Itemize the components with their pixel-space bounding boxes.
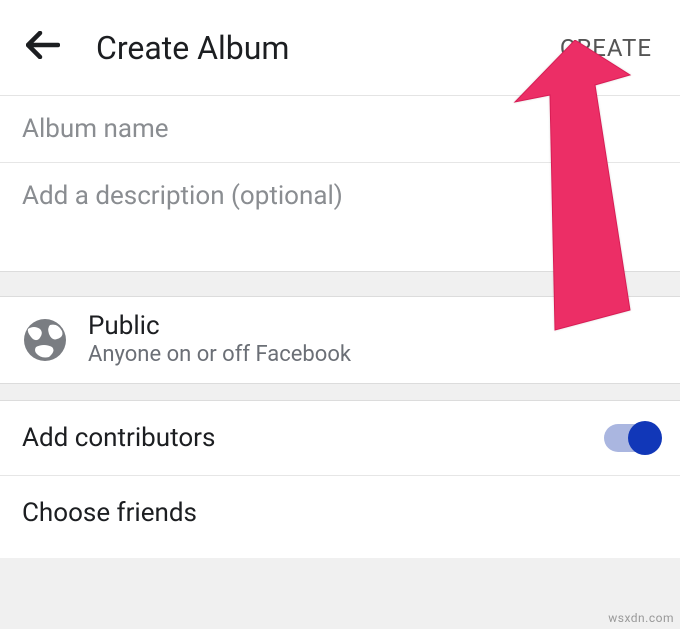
privacy-selector[interactable]: Public Anyone on or off Facebook [0,297,680,383]
privacy-text: Public Anyone on or off Facebook [88,311,351,369]
section-divider [0,383,680,401]
arrow-left-icon [26,31,60,59]
section-divider [0,271,680,297]
create-button[interactable]: CREATE [554,26,658,70]
privacy-section: Public Anyone on or off Facebook [0,297,680,383]
choose-friends-button[interactable]: Choose friends [0,476,680,558]
add-contributors-row: Add contributors [0,401,680,476]
globe-icon [22,317,68,363]
privacy-subtitle: Anyone on or off Facebook [88,342,351,368]
app-header: Create Album CREATE [0,0,680,96]
contributors-section: Add contributors Choose friends [0,401,680,558]
add-contributors-toggle[interactable] [604,424,658,452]
page-title: Create Album [96,29,554,67]
privacy-label: Public [88,311,351,342]
back-button[interactable] [22,22,64,74]
album-details-section: Album name Add a description (optional) [0,96,680,271]
album-description-input[interactable]: Add a description (optional) [0,163,680,271]
add-contributors-label: Add contributors [22,423,604,453]
watermark: wsxdn.com [608,611,674,625]
album-name-input[interactable]: Album name [0,96,680,163]
